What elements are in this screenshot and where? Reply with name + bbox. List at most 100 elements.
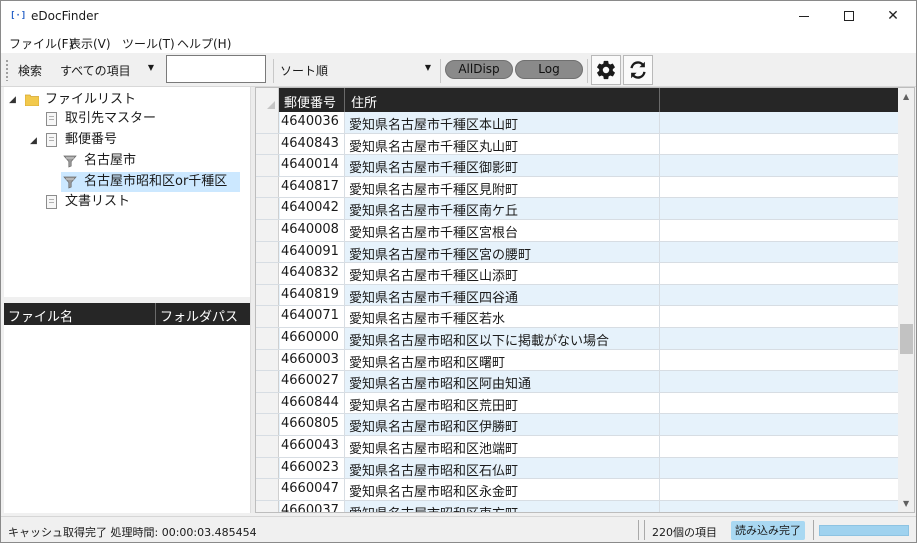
column-divider[interactable] [155,303,156,325]
search-scope-dropdown[interactable]: すべての項目 ▼ [54,57,158,83]
refresh-button[interactable] [623,55,653,85]
row-header[interactable] [256,500,279,512]
zip-cell[interactable]: 4640843 [281,136,345,151]
table-row[interactable]: 4660023 愛知県名古屋市昭和区石仏町 [256,457,898,480]
row-header[interactable] [256,436,279,457]
zip-cell[interactable]: 4640832 [281,265,345,280]
zip-cell[interactable]: 4660003 [281,352,345,367]
row-header[interactable] [256,284,279,306]
table-row[interactable]: 4640817 愛知県名古屋市千種区見附町 [256,176,898,199]
address-cell[interactable]: 愛知県名古屋市千種区山添町 [349,265,518,284]
address-cell[interactable]: 愛知県名古屋市千種区見附町 [349,179,518,198]
zip-cell[interactable]: 4640008 [281,222,345,237]
address-cell[interactable]: 愛知県名古屋市昭和区曙町 [349,352,505,371]
address-cell[interactable]: 愛知県名古屋市昭和区荒田町 [349,395,518,414]
table-row[interactable]: 4640036 愛知県名古屋市千種区本山町 [256,112,898,134]
row-header[interactable] [256,263,279,284]
alldisp-button[interactable]: AllDisp [445,60,513,79]
table-row[interactable]: 4660003 愛知県名古屋市昭和区曙町 [256,349,898,372]
menu-tools[interactable]: ツール(T) [122,35,175,52]
sort-order-dropdown[interactable]: ▼ [334,57,435,83]
tree-item-customer-master[interactable]: 取引先マスター [65,109,156,129]
row-header[interactable] [256,198,279,219]
column-header-zip[interactable]: 郵便番号 [284,92,336,111]
table-row[interactable]: 4640042 愛知県名古屋市千種区南ケ丘 [256,198,898,220]
table-row[interactable]: 4640014 愛知県名古屋市千種区御影町 [256,155,898,177]
address-cell[interactable]: 愛知県名古屋市昭和区永金町 [349,481,518,500]
address-cell[interactable]: 愛知県名古屋市千種区四谷通 [349,287,518,306]
table-row[interactable]: 4640819 愛知県名古屋市千種区四谷通 [256,284,898,307]
zip-cell[interactable]: 4660047 [281,481,345,496]
zip-cell[interactable]: 4660844 [281,395,345,410]
tree-item-document-list[interactable]: 文書リスト [65,192,130,212]
address-cell[interactable]: 愛知県名古屋市千種区本山町 [349,114,518,133]
table-row[interactable]: 4660037 愛知県名古屋市昭和区東方町 [256,500,898,512]
scroll-down-icon[interactable]: ▼ [903,499,909,508]
table-row[interactable]: 4640008 愛知県名古屋市千種区宮根台 [256,220,898,242]
zip-cell[interactable]: 4640014 [281,157,345,172]
column-divider[interactable] [344,88,345,112]
menu-view[interactable]: 表示(V) [69,35,111,52]
column-divider[interactable] [659,88,660,112]
zip-cell[interactable]: 4640071 [281,308,345,323]
zip-cell[interactable]: 4660023 [281,460,345,475]
zip-cell[interactable]: 4640036 [281,114,345,129]
zip-cell[interactable]: 4660043 [281,438,345,453]
address-cell[interactable]: 愛知県名古屋市昭和区池端町 [349,438,518,457]
settings-button[interactable] [591,55,621,85]
log-button[interactable]: Log [515,60,583,79]
table-row[interactable]: 4660805 愛知県名古屋市昭和区伊勝町 [256,414,898,436]
table-row[interactable]: 4640091 愛知県名古屋市千種区宮の腰町 [256,241,898,264]
expand-arrow-icon[interactable]: ◢ [30,136,37,146]
address-cell[interactable]: 愛知県名古屋市昭和区東方町 [349,503,518,512]
zip-cell[interactable]: 4640819 [281,287,345,302]
address-cell[interactable]: 愛知県名古屋市千種区御影町 [349,157,518,176]
table-row[interactable]: 4660844 愛知県名古屋市昭和区荒田町 [256,392,898,415]
row-header[interactable] [256,414,279,435]
address-cell[interactable]: 愛知県名古屋市昭和区伊勝町 [349,416,518,435]
table-row[interactable]: 4640832 愛知県名古屋市千種区山添町 [256,263,898,285]
zip-cell[interactable]: 4640817 [281,179,345,194]
tree-item-postal-code[interactable]: 郵便番号 [65,130,117,150]
row-header[interactable] [256,328,279,349]
row-header[interactable] [256,155,279,176]
tree-item-nagoya-showa-chikusa[interactable]: 名古屋市昭和区or千種区 [61,172,240,192]
maximize-button[interactable] [826,1,872,31]
address-cell[interactable]: 愛知県名古屋市千種区丸山町 [349,136,518,155]
address-cell[interactable]: 愛知県名古屋市千種区南ケ丘 [349,200,518,219]
row-header[interactable] [256,457,279,479]
zip-cell[interactable]: 4640042 [281,200,345,215]
address-cell[interactable]: 愛知県名古屋市千種区宮根台 [349,222,518,241]
zip-cell[interactable]: 4660805 [281,416,345,431]
row-header[interactable] [256,220,279,241]
table-row[interactable]: 4660047 愛知県名古屋市昭和区永金町 [256,479,898,501]
row-header[interactable] [256,112,279,133]
address-cell[interactable]: 愛知県名古屋市千種区若水 [349,308,505,327]
scrollbar-thumb[interactable] [900,324,913,354]
zip-cell[interactable]: 4640091 [281,244,345,259]
select-all-corner[interactable] [256,88,279,112]
table-row[interactable]: 4640843 愛知県名古屋市千種区丸山町 [256,133,898,156]
row-header[interactable] [256,479,279,500]
address-cell[interactable]: 愛知県名古屋市昭和区以下に掲載がない場合 [349,330,609,349]
close-button[interactable]: ✕ [870,1,916,31]
row-header[interactable] [256,306,279,327]
column-header-address[interactable]: 住所 [351,92,377,111]
menu-file[interactable]: ファイル(F) [9,35,73,52]
toolbar-grip[interactable] [5,59,9,81]
table-row[interactable]: 4660043 愛知県名古屋市昭和区池端町 [256,436,898,458]
address-cell[interactable]: 愛知県名古屋市千種区宮の腰町 [349,244,531,263]
row-header[interactable] [256,392,279,414]
menu-help[interactable]: ヘルプ(H) [177,35,231,52]
zip-cell[interactable]: 4660037 [281,503,345,512]
row-header[interactable] [256,133,279,155]
vertical-scrollbar[interactable]: ▲ ▼ [898,88,914,512]
scroll-up-icon[interactable]: ▲ [903,92,909,101]
row-header[interactable] [256,371,279,392]
table-row[interactable]: 4660027 愛知県名古屋市昭和区阿由知通 [256,371,898,393]
zip-cell[interactable]: 4660027 [281,373,345,388]
address-cell[interactable]: 愛知県名古屋市昭和区阿由知通 [349,373,531,392]
tree-root-file-list[interactable]: ファイルリスト [45,90,136,110]
column-header-filename[interactable]: ファイル名 [8,306,73,325]
row-header[interactable] [256,176,279,198]
